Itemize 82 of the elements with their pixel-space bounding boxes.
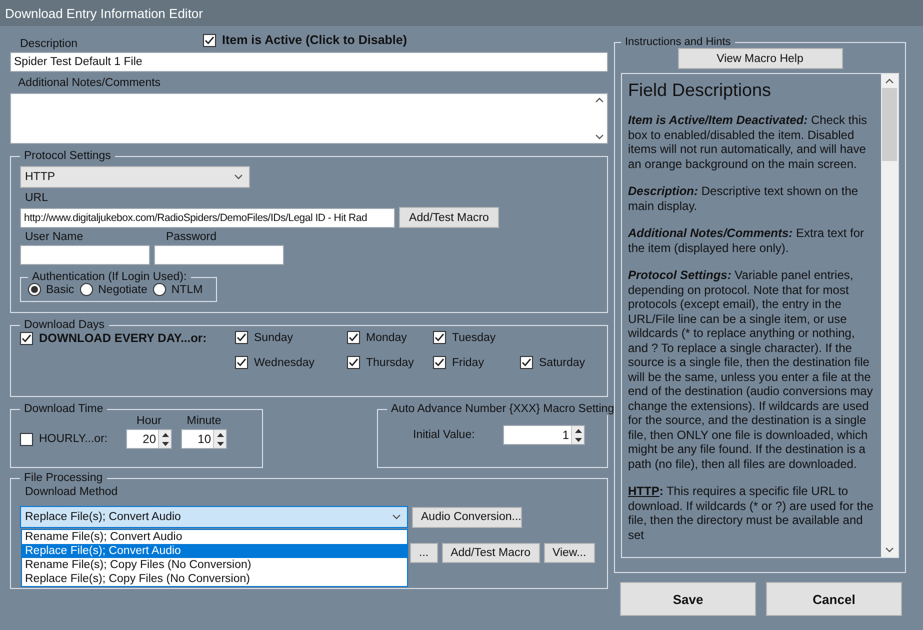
group-title: File Processing	[23, 472, 104, 484]
window-title: Download Entry Information Editor	[0, 0, 923, 26]
help-paragraph: HTTP: This requires a specific file URL to download. If wildcards (* or ?) are used for the file, then the directory must be available and set	[628, 484, 874, 542]
checkbox[interactable]	[347, 331, 360, 344]
spin-down-icon[interactable]	[162, 442, 168, 446]
url-field[interactable]: http://www.digitaljukebox.com/RadioSpiders/DemoFiles/IDs/Legal ID - Hit Rad	[20, 208, 395, 228]
checkbox[interactable]	[433, 331, 446, 344]
help-paragraph: Item is Active/Item Deactivated: Check this box to enabled/disabled the item. Disabled items will not run automatically, and will have an orange background on the main screen.	[628, 113, 868, 171]
dialog-button[interactable]: Cancel	[766, 582, 902, 616]
field-label: Additional Notes/Comments	[17, 77, 162, 89]
action-button[interactable]: ...	[410, 543, 438, 563]
checkbox[interactable]	[235, 331, 248, 344]
dialog-button[interactable]: Save	[620, 582, 756, 616]
field-label: Password	[166, 231, 216, 243]
checkbox[interactable]	[235, 356, 248, 369]
scroll-down-icon	[595, 134, 604, 140]
download-method-select[interactable]: Replace File(s); Convert Audio	[20, 506, 408, 528]
checkbox-label: Saturday	[539, 356, 586, 368]
protocol-select[interactable]: HTTP	[20, 166, 250, 188]
help-paragraph: Protocol Settings: Variable panel entries, depending on protocol. Note that for most protocols (except email), the entry in the URL/File line can be a single item, or use wildcards (* to replace anything or nothing, and ? To replace a single character). If the source is a single file, then the destination file will be the same, unless you enter a file at the end of the destination (audio conversions may change the extensions). If wildcards are used for the source, and the destination is a single file, then ONLY one file is downloaded, which might be any file found. If the destination is a path (no file), then all files are downloaded.	[628, 268, 874, 471]
help-paragraph: Additional Notes/Comments: Extra text for the item (displayed here only).	[628, 226, 866, 255]
checkbox[interactable]	[20, 332, 33, 344]
checkbox-label: Friday	[452, 356, 484, 368]
scroll-down-icon	[885, 547, 894, 553]
radio-label: NTLM	[171, 284, 203, 296]
number-spinner[interactable]: 1	[503, 425, 585, 445]
field-label: Hour	[136, 415, 162, 427]
field-label: Initial Value:	[412, 429, 476, 441]
checkbox-label: DOWNLOAD EVERY DAY...or:	[39, 331, 207, 345]
add-test-macro-button[interactable]: Add/Test Macro	[399, 207, 499, 228]
spin-up-icon[interactable]	[574, 428, 582, 432]
group-title: Download Time	[23, 403, 104, 415]
group-title: Auto Advance Number {XXX} Macro Setting	[390, 403, 616, 415]
field-label: Download Method	[24, 486, 119, 498]
help-paragraph: Description: Descriptive text shown on the main display.	[628, 184, 860, 213]
radio-label: Negotiate	[98, 284, 148, 296]
radio-button[interactable]	[28, 283, 41, 296]
scrollbar[interactable]	[881, 74, 898, 557]
group-title: Authentication (If Login Used):	[31, 271, 188, 283]
checkbox-label: Wednesday	[254, 356, 315, 368]
notes-field[interactable]	[10, 93, 608, 144]
group-title: Protocol Settings	[23, 150, 112, 162]
checkbox[interactable]	[203, 34, 216, 46]
caret-icon	[234, 174, 243, 180]
field-label: Minute	[186, 415, 222, 427]
field-label: User Name	[24, 231, 84, 243]
spin-up-icon[interactable]	[216, 432, 224, 436]
caret-icon	[392, 514, 401, 520]
checkbox[interactable]	[520, 356, 533, 369]
scrollbar-thumb[interactable]	[882, 88, 897, 161]
action-button[interactable]: Add/Test Macro	[442, 543, 540, 563]
checkbox-label: Thursday	[366, 356, 414, 368]
checkbox[interactable]	[20, 432, 33, 446]
spin-down-icon[interactable]	[574, 438, 582, 442]
number-spinner[interactable]: 10	[181, 429, 227, 449]
number-spinner[interactable]: 20	[126, 429, 172, 449]
spin-down-icon[interactable]	[216, 442, 224, 446]
checkbox-label: Sunday	[254, 332, 294, 344]
radio-button[interactable]	[153, 283, 166, 296]
spin-up-icon[interactable]	[162, 432, 168, 436]
action-button[interactable]: View...	[544, 543, 596, 563]
group-title: Instructions and Hints	[624, 36, 732, 48]
checkbox[interactable]	[347, 356, 360, 369]
view-macro-help-button[interactable]: View Macro Help	[678, 48, 842, 69]
description-field[interactable]: Spider Test Default 1 File	[10, 52, 608, 72]
field-label: URL	[24, 192, 50, 204]
checkbox-label: HOURLY...or:	[39, 433, 108, 445]
scroll-up-icon	[885, 78, 894, 84]
checkbox-label: Monday	[366, 332, 407, 344]
checkbox-label: Tuesday	[452, 332, 496, 344]
password-field[interactable]	[154, 245, 284, 265]
audio-conversion-button[interactable]: Audio Conversion...	[412, 506, 522, 528]
radio-label: Basic	[46, 284, 74, 296]
field-label: Description	[19, 38, 79, 50]
group-title: Download Days	[23, 319, 106, 331]
checkbox-label: Item is Active (Click to Disable)	[222, 33, 408, 47]
checkbox[interactable]	[433, 356, 446, 369]
dropdown-option[interactable]: Replace File(s); Convert Audio	[22, 544, 407, 558]
scroll-up-icon	[595, 97, 604, 103]
username-field[interactable]	[20, 245, 150, 265]
radio-button[interactable]	[80, 283, 94, 296]
help-heading: Field Descriptions	[628, 80, 772, 101]
